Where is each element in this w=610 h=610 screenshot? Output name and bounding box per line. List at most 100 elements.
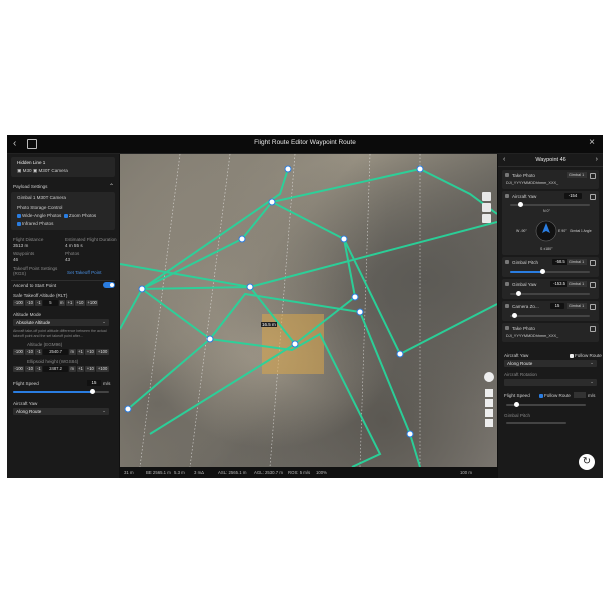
photo-storage-label: Photo Storage Control (17, 205, 63, 210)
app-window: ‹ Flight Route Editor Waypoint Route × H… (7, 135, 603, 478)
action-aircraft-yaw[interactable]: Aircraft Yaw -154 N 0° W -90° E 90° S ±1… (502, 191, 599, 255)
ascend-toggle[interactable] (103, 282, 115, 288)
compass-icon[interactable] (484, 372, 494, 382)
aircraft-yaw-select[interactable]: Along Route (504, 359, 597, 367)
step-button[interactable]: +100 (85, 300, 99, 306)
speed-slider[interactable] (506, 402, 586, 407)
delete-icon[interactable] (590, 282, 596, 288)
step-button[interactable]: -1 (35, 366, 43, 372)
step-button[interactable]: +10 (74, 300, 85, 306)
step-button[interactable]: +100 (96, 349, 109, 355)
distance-tag: 16.5 m (261, 322, 277, 327)
ruler-icon[interactable] (485, 409, 493, 417)
zoom-icon (505, 304, 509, 308)
gimbal-select[interactable]: Gimbal 1 (567, 259, 587, 265)
ellipsoid-input[interactable]: 2487.2 (43, 366, 68, 372)
gimbal-yaw-input[interactable]: -153.5 (550, 281, 568, 287)
aircraft-rotation-select[interactable] (504, 378, 597, 386)
slider-knob[interactable] (89, 389, 95, 394)
safe-takeoff-input[interactable]: 5 (43, 300, 58, 306)
unit-label: m (69, 366, 76, 372)
step-button[interactable]: +10 (85, 366, 96, 372)
chevron-up-icon[interactable]: ⌃ (109, 183, 114, 190)
zoom-out-icon[interactable] (485, 399, 493, 407)
slider-knob[interactable] (514, 402, 519, 407)
camera-zoom-slider[interactable] (510, 313, 590, 318)
slider-knob[interactable] (518, 202, 523, 207)
gimbal-pitch-slider[interactable] (510, 269, 590, 274)
step-button[interactable]: +1 (76, 366, 85, 372)
delete-icon[interactable] (590, 304, 596, 310)
edit-icon[interactable] (482, 214, 491, 223)
step-button[interactable]: -1 (35, 349, 43, 355)
aircraft-yaw-select[interactable]: Along Route (13, 407, 109, 415)
locate-icon[interactable] (482, 203, 491, 212)
satellite-icon[interactable] (485, 419, 493, 427)
payload-settings-header[interactable]: Payload Settings (13, 184, 47, 189)
layer-icon[interactable] (482, 192, 491, 201)
map-view[interactable]: 16.5 m (120, 154, 497, 467)
aircraft-yaw-input[interactable]: -154 (564, 193, 582, 199)
gimbal-yaw-slider[interactable] (510, 291, 590, 296)
step-button[interactable]: -10 (25, 366, 35, 372)
action-gimbal-yaw[interactable]: Gimbal Yaw -153.5 Gimbal 1 (502, 279, 599, 299)
follow-route-speed-checkbox[interactable] (539, 393, 543, 398)
slider-knob[interactable] (512, 313, 518, 318)
step-button[interactable]: -100 (13, 366, 25, 372)
checkbox-infrared[interactable] (17, 221, 21, 226)
altitude-input[interactable]: 2540.7 (43, 349, 68, 355)
zoom-in-icon[interactable] (485, 389, 493, 397)
ellipsoid-stepper[interactable]: -100 -10 -1 2487.2 m +1 +10 +100 (13, 366, 109, 372)
flight-speed-input[interactable]: 15 (87, 380, 101, 386)
aircraft-yaw-slider[interactable] (510, 202, 590, 207)
next-waypoint-icon[interactable]: › (596, 156, 598, 163)
action-camera-zoom[interactable]: Camera Zo... 15 Gimbal 1 (502, 301, 599, 321)
camera-zoom-input[interactable]: 15 (550, 303, 564, 309)
action-label: Aircraft Yaw (512, 194, 537, 199)
action-take-photo-2[interactable]: Take Photo DJI_YYYYMMDDhhmm_XXX_ (502, 323, 599, 342)
step-button[interactable]: +100 (96, 366, 109, 372)
slider-knob[interactable] (516, 291, 522, 296)
gimbal-pitch-slider[interactable] (506, 422, 566, 424)
step-button[interactable]: -100 (13, 300, 25, 306)
status-item: 5.3 m (174, 470, 185, 475)
step-button[interactable]: -10 (25, 300, 35, 306)
step-button[interactable]: +1 (76, 349, 85, 355)
step-button[interactable]: -10 (25, 349, 35, 355)
follow-route-checkbox[interactable] (570, 353, 574, 358)
altitude-mode-select[interactable]: Absolute Altitude (13, 318, 109, 326)
route-info-card[interactable]: Hidden Line 1 ▣ M30 ▣ M30T Camera (11, 157, 115, 177)
action-label: Camera Zo... (512, 304, 539, 309)
speed-input[interactable] (574, 392, 586, 398)
delete-icon[interactable] (590, 260, 596, 266)
safe-takeoff-stepper[interactable]: -100 -10 -1 5 m +1 +10 +100 (13, 300, 99, 306)
checkbox-wide-angle[interactable] (17, 213, 21, 218)
gimbal-select[interactable]: Gimbal 1 (567, 172, 587, 178)
altitude-stepper[interactable]: -100 -10 -1 2540.7 m +1 +10 +100 (13, 349, 109, 355)
close-icon[interactable]: × (589, 137, 595, 148)
delete-icon[interactable] (590, 326, 596, 332)
step-button[interactable]: +10 (85, 349, 96, 355)
drone-icon: ▣ (17, 168, 22, 173)
flight-speed-slider[interactable] (13, 389, 109, 394)
step-button[interactable]: -1 (35, 300, 43, 306)
action-take-photo[interactable]: Take Photo Gimbal 1 DJI_YYYYMMDDhhmm_XXX… (502, 170, 599, 189)
waypoint-header: ‹ Waypoint 46 › (498, 154, 603, 167)
refresh-button[interactable]: ↻ (579, 454, 595, 470)
delete-icon[interactable] (590, 194, 596, 200)
action-gimbal-pitch[interactable]: Gimbal Pitch -58.5 Gimbal 1 (502, 257, 599, 277)
file-name[interactable]: DJI_YYYYMMDDhhmm_XXX_ (506, 181, 558, 185)
gimbal-pitch-input[interactable]: -58.5 (552, 259, 568, 265)
slider-knob[interactable] (540, 269, 546, 274)
file-name[interactable]: DJI_YYYYMMDDhhmm_XXX_ (506, 334, 558, 338)
gimbal-select[interactable]: Gimbal 1 (567, 281, 587, 287)
step-button[interactable]: +1 (66, 300, 74, 306)
gimbal-select[interactable]: Gimbal 1 (567, 303, 587, 309)
action-label: Take Photo (512, 173, 535, 178)
delete-icon[interactable] (590, 173, 596, 179)
step-button[interactable]: -100 (13, 349, 25, 355)
safe-takeoff-label: Safe Takeoff Altitude (RLT) (13, 293, 68, 298)
checkbox-zoom[interactable] (63, 213, 68, 218)
set-takeoff-point-link[interactable]: Set Takeoff Point (67, 270, 102, 275)
map-status-bar: 31 m BE 2565.1 m 5.3 m 3 mΔ ASL: 2565.1 … (120, 467, 497, 478)
